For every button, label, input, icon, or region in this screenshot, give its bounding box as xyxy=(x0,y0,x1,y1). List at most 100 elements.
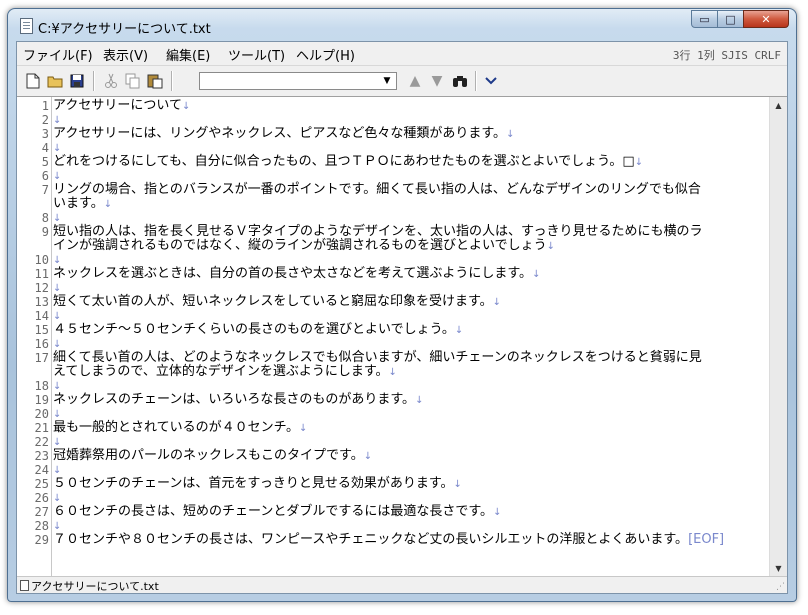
line-number: 7 xyxy=(41,183,49,197)
line-text: 短い指の人は、指を長く見せるＶ字タイプのようなデザインを、太い指の人は、すっきり… xyxy=(53,225,702,239)
minimize-button[interactable]: ▭ xyxy=(691,10,718,28)
line-content: どれをつけるにしても、自分に似合ったもの、且つＴＰＯにあわせたものを選ぶとよいで… xyxy=(53,154,635,169)
editor-line[interactable]: 20 ↓ xyxy=(17,407,769,421)
editor-line[interactable]: 21 最も一般的とされているのが４０センチ。↓ xyxy=(17,421,769,436)
line-text: ４５センチ～５０センチくらいの長さのものを選びとよいでしょう。↓ xyxy=(53,323,463,338)
editor-line[interactable]: 22 ↓ xyxy=(17,435,769,449)
line-content: ５０センチのチェーンは、首元をすっきりと見せる効果があります。 xyxy=(53,476,454,491)
line-text: 最も一般的とされているのが４０センチ。↓ xyxy=(53,421,307,436)
menu-tools[interactable]: ツール(T) xyxy=(228,45,285,64)
line-number: 13 xyxy=(34,295,49,309)
line-number: 2 xyxy=(41,113,49,127)
newline-mark: ↓ xyxy=(53,143,62,154)
editor-line[interactable]: 2 ↓ xyxy=(17,113,769,127)
line-content: リングの場合、指とのバランスが一番のポイントです。細くて長い指の人は、どんなデザ… xyxy=(53,182,701,197)
editor-line[interactable]: 10 ↓ xyxy=(17,253,769,267)
editor-line[interactable]: います。↓ xyxy=(17,197,769,211)
maximize-button[interactable]: □ xyxy=(717,10,744,28)
editor-line[interactable]: 6 ↓ xyxy=(17,169,769,183)
line-content: 短い指の人は、指を長く見せるＶ字タイプのようなデザインを、太い指の人は、すっきり… xyxy=(53,224,703,239)
line-text: えてしまうので、立体的なデザインを選ぶようにします。↓ xyxy=(53,365,397,380)
find-icon[interactable] xyxy=(450,71,470,91)
editor-line[interactable]: えてしまうので、立体的なデザインを選ぶようにします。↓ xyxy=(17,365,769,379)
copy-icon[interactable] xyxy=(123,71,143,91)
cut-icon[interactable] xyxy=(101,71,121,91)
line-text: ネックレスを選ぶときは、自分の首の長さや太さなどを考えて選ぶようにします。↓ xyxy=(53,267,540,282)
editor-line[interactable]: 5 どれをつけるにしても、自分に似合ったもの、且つＴＰＯにあわせたものを選ぶとよい… xyxy=(17,154,769,170)
editor-line[interactable]: 16 ↓ xyxy=(17,337,769,351)
editor-line[interactable]: 29 ７０センチや８０センチの長さは、ワンピースやチェニックなど丈の長いシルエット… xyxy=(17,532,769,548)
dropdown-chevron-icon[interactable] xyxy=(481,71,501,91)
newline-mark: ↓ xyxy=(532,269,541,280)
search-up-icon[interactable]: ▲ xyxy=(405,71,425,91)
line-content: 冠婚葬祭用のパールのネックレスもこのタイプです。 xyxy=(53,448,364,463)
line-number: 12 xyxy=(34,281,49,295)
line-number: 15 xyxy=(34,323,49,337)
editor-line[interactable]: 7 リングの場合、指とのバランスが一番のポイントです。細くて長い指の人は、どんなデ… xyxy=(17,183,769,198)
editor-line[interactable]: 13 短くて太い首の人が、短いネックレスをしていると窮屈な印象を受けます。↓ xyxy=(17,294,769,310)
text-editor[interactable]: 1 アクセサリーについて↓ 2 ↓ 3 アクセサリーには、リングやネックレス、ピアスなど色… xyxy=(17,96,787,577)
editor-line[interactable]: インが強調されるものではなく、縦のラインが強調されるものを選びとよいでしょう↓ xyxy=(17,239,769,253)
editor-line[interactable]: 27 ６０センチの長さは、短めのチェーンとダブルでするには最適な長さです。↓ xyxy=(17,505,769,520)
editor-line[interactable]: 15 ４５センチ～５０センチくらいの長さのものを選びとよいでしょう。↓ xyxy=(17,323,769,338)
editor-line[interactable]: 19 ネックレスのチェーンは、いろいろな長さのものがあります。↓ xyxy=(17,393,769,408)
editor-line[interactable]: 23 冠婚葬祭用のパールのネックレスもこのタイプです。↓ xyxy=(17,448,769,464)
resize-grip-icon[interactable]: ⋰ xyxy=(776,582,785,592)
line-text: アクセサリーには、リングやネックレス、ピアスなど色々な種類があります。↓ xyxy=(53,127,514,142)
editor-line[interactable]: 3 アクセサリーには、リングやネックレス、ピアスなど色々な種類があります。↓ xyxy=(17,127,769,142)
save-icon[interactable] xyxy=(67,71,87,91)
editor-line[interactable]: 14 ↓ xyxy=(17,309,769,323)
editor-line[interactable]: 18 ↓ xyxy=(17,379,769,393)
line-number: 9 xyxy=(41,225,49,239)
editor-line[interactable]: 11 ネックレスを選ぶときは、自分の首の長さや太さなどを考えて選ぶようにします。↓ xyxy=(17,267,769,282)
editor-line[interactable]: 25 ５０センチのチェーンは、首元をすっきりと見せる効果があります。↓ xyxy=(17,477,769,492)
editor-line[interactable]: 26 ↓ xyxy=(17,491,769,505)
vertical-scrollbar[interactable]: ▲ ▼ xyxy=(769,97,787,577)
line-content: ７０センチや８０センチの長さは、ワンピースやチェニックなど丈の長いシルエットの洋… xyxy=(53,532,689,547)
close-button[interactable]: ✕ xyxy=(743,10,789,28)
menu-file[interactable]: ファイル(F) xyxy=(23,45,93,64)
menu-help[interactable]: ヘルプ(H) xyxy=(296,45,355,64)
editor-line[interactable]: 17 細くて長い首の人は、どのようなネックレスでも似合いますが、細いチェーンのネッ… xyxy=(17,351,769,366)
scroll-up-icon[interactable]: ▲ xyxy=(770,97,787,114)
menu-view[interactable]: 表示(V) xyxy=(103,45,148,64)
editor-line[interactable]: 8 ↓ xyxy=(17,211,769,225)
editor-line[interactable]: 12 ↓ xyxy=(17,281,769,295)
line-text: インが強調されるものではなく、縦のラインが強調されるものを選びとよいでしょう↓ xyxy=(53,239,555,254)
search-input[interactable] xyxy=(202,74,372,88)
title-bar[interactable]: C:¥アクセサリーについて.txt ▭ □ ✕ xyxy=(8,9,796,41)
editor-line[interactable]: 1 アクセサリーについて↓ xyxy=(17,99,769,114)
window-title: C:¥アクセサリーについて.txt xyxy=(38,22,211,37)
status-bar: アクセサリーについて.txt ⋰ xyxy=(17,576,787,593)
line-number: 29 xyxy=(34,533,49,547)
scroll-down-icon[interactable]: ▼ xyxy=(770,560,787,577)
line-content: 最も一般的とされているのが４０センチ。 xyxy=(53,420,299,435)
search-down-icon[interactable]: ▼ xyxy=(427,71,447,91)
newline-mark: ↓ xyxy=(53,409,62,420)
newline-mark: ↓ xyxy=(53,213,62,224)
search-combobox[interactable]: ▼ xyxy=(199,72,397,90)
line-content: ネックレスを選ぶときは、自分の首の長さや太さなどを考えて選ぶようにします。 xyxy=(53,266,533,281)
newline-mark: ↓ xyxy=(53,255,62,266)
editor-line[interactable]: 9 短い指の人は、指を長く見せるＶ字タイプのようなデザインを、太い指の人は、すっき… xyxy=(17,225,769,240)
editor-line[interactable]: 24 ↓ xyxy=(17,463,769,477)
line-text: ５０センチのチェーンは、首元をすっきりと見せる効果があります。↓ xyxy=(53,477,462,492)
paste-icon[interactable] xyxy=(145,71,165,91)
newline-mark: ↓ xyxy=(53,283,62,294)
newline-mark: ↓ xyxy=(453,479,462,490)
menu-edit[interactable]: 編集(E) xyxy=(166,45,210,64)
line-number: 11 xyxy=(34,267,49,281)
combobox-arrow-icon[interactable]: ▼ xyxy=(380,74,394,88)
line-content: 短くて太い首の人が、短いネックレスをしていると窮屈な印象を受けます。 xyxy=(53,294,493,309)
new-file-icon[interactable] xyxy=(23,71,43,91)
open-folder-icon[interactable] xyxy=(45,71,65,91)
newline-mark: ↓ xyxy=(634,157,644,168)
editor-line[interactable]: 28 ↓ xyxy=(17,519,769,533)
line-text: リングの場合、指とのバランスが一番のポイントです。細くて長い指の人は、どんなデザ… xyxy=(53,183,701,197)
newline-mark: ↓ xyxy=(103,199,113,210)
line-text: ネックレスのチェーンは、いろいろな長さのものがあります。↓ xyxy=(53,393,423,408)
editor-line[interactable]: 4 ↓ xyxy=(17,141,769,155)
newline-mark: ↓ xyxy=(181,101,191,112)
line-content: アクセサリーには、リングやネックレス、ピアスなど色々な種類があります。 xyxy=(53,126,507,141)
cursor-position-status: 3行 1列 SJIS CRLF xyxy=(672,49,781,62)
